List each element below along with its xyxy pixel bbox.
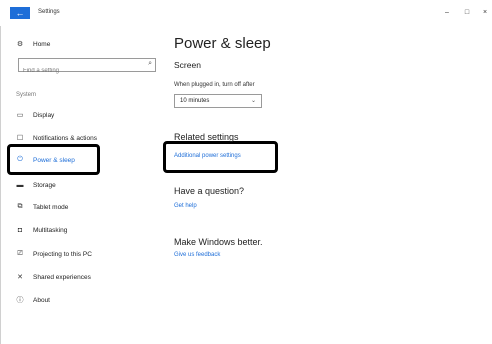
screen-heading: Screen [174,60,201,70]
display-icon: ▭ [16,112,24,119]
sidebar-item-label: Storage [33,181,56,189]
sidebar-item-about[interactable]: ⓘ About [14,292,51,308]
sidebar-item-label: Home [33,40,51,48]
sidebar-item-label: Shared experiences [33,273,91,281]
sidebar-item-label: Projecting to this PC [33,250,92,258]
sidebar-item-label: Tablet mode [33,203,69,211]
chevron-down-icon: ⌄ [250,98,256,104]
sidebar-item-shared-experiences[interactable]: ✕ Shared experiences [14,269,91,285]
title-bar: ← Settings – □ × [0,0,492,26]
window-title: Settings [38,9,60,15]
storage-icon: ▬ [16,181,24,189]
window-left-border [0,26,1,344]
search-icon[interactable]: ⌕ [148,60,152,68]
minimize-button[interactable]: – [442,8,452,18]
section-label-system: System [16,92,37,98]
highlight-box-power-sleep [7,144,100,175]
give-feedback-link[interactable]: Give us feedback [174,252,220,258]
page-title: Power & sleep [174,35,271,52]
related-settings-heading: Related settings [174,132,239,142]
make-windows-better-heading: Make Windows better. [174,237,263,247]
sidebar-item-tablet-mode[interactable]: ⧉ Tablet mode [14,199,69,215]
sidebar-item-label: About [33,296,50,304]
gear-icon: ⚙ [16,41,24,48]
info-icon: ⓘ [16,297,24,304]
projecting-icon: ⎚ [17,250,23,257]
notifications-icon: ☐ [16,135,24,142]
close-button[interactable]: × [480,8,490,18]
sidebar-item-label: Notifications & actions [33,134,97,142]
search-box[interactable]: ⌕ [18,58,156,77]
sidebar-item-display[interactable]: ▭ Display [14,107,55,123]
maximize-button[interactable]: □ [462,8,472,18]
screen-timeout-dropdown[interactable]: 10 minutes ⌄ [174,94,262,108]
sidebar-item-multitasking[interactable]: ◘ Multitasking [14,222,67,238]
search-input[interactable] [19,65,139,77]
dropdown-value: 10 minutes [180,98,210,104]
back-arrow-icon: ← [15,8,25,18]
get-help-link[interactable]: Get help [174,203,197,209]
back-button[interactable]: ← [10,7,30,19]
plugged-in-label: When plugged in, turn off after [174,82,255,88]
multitasking-icon: ◘ [17,226,23,234]
sidebar-item-label: Multitasking [33,226,68,234]
sidebar-item-storage[interactable]: ▬ Storage [14,177,56,193]
shared-icon: ✕ [17,274,23,281]
additional-power-settings-link[interactable]: Additional power settings [174,153,241,159]
question-heading: Have a question? [174,186,245,196]
tablet-icon: ⧉ [17,203,23,210]
sidebar-item-label: Display [33,111,55,119]
sidebar-item-home[interactable]: ⚙ Home [14,36,50,52]
sidebar-item-projecting[interactable]: ⎚ Projecting to this PC [14,246,92,262]
